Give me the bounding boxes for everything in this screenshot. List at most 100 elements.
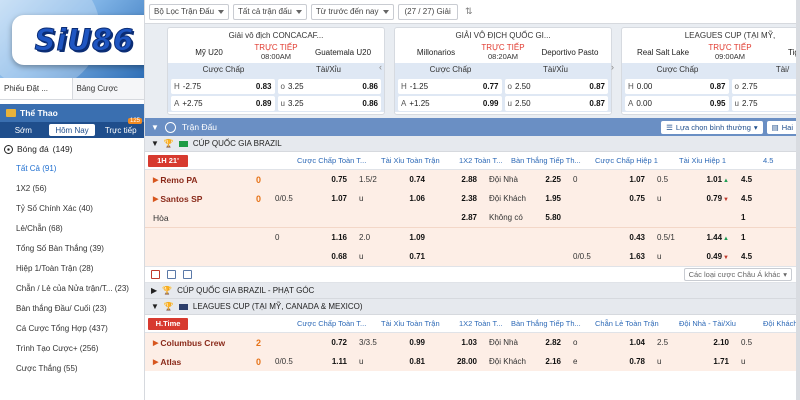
odds-button[interactable]: H 0.00 0.87 (625, 79, 729, 94)
away-team-cell[interactable]: ▶ Santos SP 0 (145, 194, 269, 204)
odds-button[interactable]: o 1.04 (567, 333, 651, 352)
odds-button[interactable]: 2.5 2.10 (651, 333, 735, 352)
menu-item-1x2[interactable]: 1X2 (56) (0, 178, 144, 198)
odds-button[interactable]: 4.5 (735, 247, 775, 266)
odds-button[interactable]: 2.87 (431, 208, 483, 227)
odds-button[interactable]: Đội Khách 2.16 (483, 352, 567, 371)
odds-button[interactable]: 4.5 (735, 189, 775, 208)
odds-button[interactable]: A +1.25 0.99 (398, 96, 502, 111)
league-header[interactable]: ▼ 🏆 CÚP QUỐC GIA BRAZIL (145, 136, 800, 152)
chart-icon[interactable] (183, 270, 192, 279)
odds-button[interactable]: 0.75 (567, 189, 651, 208)
odds-button[interactable]: Đội Khách 1.95 (483, 189, 567, 208)
odds-button[interactable]: 2.38 (431, 189, 483, 208)
tab-early[interactable]: Sớm (0, 122, 47, 138)
odds-button[interactable]: 1.03 (431, 333, 483, 352)
odds-button[interactable]: H -1.25 0.77 (398, 79, 502, 94)
odds-button[interactable]: u 2.50 0.87 (504, 96, 608, 111)
odds-button[interactable]: Đội Nhà 2.25 (483, 170, 567, 189)
odds-button[interactable]: Đội Nhà 2.82 (483, 333, 567, 352)
odds-button[interactable]: u 0.81 (353, 352, 431, 371)
collapse-arrow-icon[interactable]: ▼ (151, 302, 159, 311)
odds-button[interactable]: o 2.75 (731, 79, 800, 94)
menu-item-half-full[interactable]: Hiệp 1/Toàn Trận (28) (0, 258, 144, 278)
odds-button[interactable]: 0.43 (567, 228, 651, 247)
odds-button[interactable]: 0.68 (269, 247, 353, 266)
odds-button[interactable]: 3/3.5 0.99 (353, 333, 431, 352)
menu-item-correct-score[interactable]: Tỷ Số Chính Xác (40) (0, 198, 144, 218)
tab-bet-slip[interactable]: Phiếu Đặt ... (0, 78, 73, 99)
menu-item-outright[interactable]: Cược Thắng (55) (0, 358, 144, 378)
tab-live[interactable]: Trực tiếp 125 (97, 118, 144, 138)
odds-button[interactable]: 4.5 (735, 170, 775, 189)
odds-button[interactable]: u 0.49▼ (651, 247, 735, 266)
odds-button[interactable]: 0/0.5 1.11 (269, 352, 353, 371)
chevron-left-icon[interactable]: ‹ (379, 62, 389, 72)
odds-button[interactable]: 28.00 (431, 352, 483, 371)
menu-item-total-goals[interactable]: Tổng Số Bàn Thắng (39) (0, 238, 144, 258)
odds-button[interactable]: 0.75 (269, 170, 353, 189)
odds-button[interactable]: 0.5 1.01▲ (651, 170, 735, 189)
sport-football[interactable]: Bóng đá (149) (0, 138, 144, 158)
odds-button[interactable]: 2.88 (431, 170, 483, 189)
menu-item-mix-parlay[interactable]: Cá Cược Tổng Hợp (437) (0, 318, 144, 338)
sort-select[interactable]: Từ trước đến nay (310, 3, 394, 20)
tab-today[interactable]: Hôm Nay (48, 124, 96, 136)
odds-button[interactable]: e 0.78 (567, 352, 651, 371)
tab-bet-list[interactable]: Bảng Cược (73, 78, 145, 99)
menu-item-half-odd-even[interactable]: Chẵn / Lẻ của Nửa trận/T... (23) (0, 278, 144, 298)
collapse-arrow-icon[interactable]: ▼ (151, 139, 159, 148)
home-team-cell[interactable]: ▶ Remo PA 0 (145, 175, 269, 185)
odds-button[interactable]: Không có 5.80 (483, 208, 567, 227)
odds-button[interactable]: u 2.75 (731, 96, 800, 111)
odds-button[interactable]: u (735, 352, 775, 371)
menu-item-all[interactable]: Tất Cả (91) (0, 158, 144, 178)
sort-arrows-icon[interactable]: ⇅ (462, 5, 476, 19)
odds-button[interactable]: u 0.79▼ (651, 189, 735, 208)
match-filter-select[interactable]: Bộ Lọc Trận Đấu (149, 3, 230, 20)
collapse-arrow-icon[interactable]: ▼ (151, 123, 159, 132)
stats-icon[interactable] (167, 270, 176, 279)
menu-item-first-last-goal[interactable]: Bàn thắng Đầu/ Cuối (23) (0, 298, 144, 318)
odds-button[interactable]: 2.0 1.09 (353, 228, 431, 247)
odds-button[interactable]: u 3.25 0.86 (277, 96, 381, 111)
expand-arrow-icon[interactable]: ▶ (151, 286, 157, 295)
odds-button[interactable]: o 2.50 0.87 (504, 79, 608, 94)
odds-button[interactable]: 0/0.5 1.07 (269, 189, 353, 208)
selection-mode-select[interactable]: ☰ Lựa chọn bình thường ▾ (661, 120, 763, 134)
menu-item-odd-even[interactable]: Lẻ/Chẵn (68) (0, 218, 144, 238)
page-scrollbar[interactable] (796, 0, 800, 400)
odds-button[interactable]: u 0.71 (353, 247, 431, 266)
brand-logo[interactable]: SiU86 (12, 15, 144, 65)
odds-button[interactable]: u 1.06 (353, 189, 431, 208)
odds-button[interactable]: A 0.00 0.95 (625, 96, 729, 111)
odds-button[interactable]: 0.5 (735, 333, 775, 352)
all-matches-select[interactable]: Tất cả trận đấu (233, 3, 307, 20)
odds-type-select[interactable]: Các loại cược Châu Á khác ▾ (683, 268, 792, 281)
league-header[interactable]: ▼ 🏆 LEAGUES CUP (TẠI MỸ, CANADA & MEXICO… (145, 299, 800, 315)
menu-item-bet-builder[interactable]: Trình Tạo Cược+ (256) (0, 338, 144, 358)
odds-button[interactable]: 1 (735, 208, 775, 227)
odds-button[interactable]: 0 1.16 (269, 228, 353, 247)
league-count[interactable]: (27 / 27) Giải (397, 3, 458, 20)
odds-button[interactable]: 0/0.5 1.63 (567, 247, 651, 266)
chevron-right-icon[interactable]: › (611, 62, 621, 72)
close-grid-icon[interactable] (151, 270, 160, 279)
odds-button[interactable]: 0.72 (269, 333, 353, 352)
away-team-cell[interactable]: ▶ Atlas 0 (145, 357, 269, 367)
odds-button[interactable]: 1.5/2 0.74 (353, 170, 431, 189)
odds-button[interactable]: 0 1.07 (567, 170, 651, 189)
odds-button[interactable]: 0.5/1 1.44▲ (651, 228, 735, 247)
featured-card[interactable]: GIẢI VÔ ĐỊCH QUỐC GI... Millonarios TRỰC… (394, 27, 612, 115)
odds-button[interactable]: H -2.75 0.83 (171, 79, 275, 94)
two-column-button[interactable]: ▤ Hai (766, 120, 798, 134)
odds-button[interactable]: o 3.25 0.86 (277, 79, 381, 94)
odds-button[interactable]: 1 (735, 228, 775, 247)
matches-section-header[interactable]: ▼ Trận Đấu ☰ Lựa chọn bình thường ▾ ▤ Ha… (145, 118, 800, 136)
featured-card[interactable]: LEAGUES CUP (TẠI MỸ, Real Salt Lake TRỰC… (621, 27, 800, 115)
featured-card[interactable]: Giải vô địch CONCACAF... Mỹ U20 TRỰC TIẾ… (167, 27, 385, 115)
league-header[interactable]: ▶ 🏆 CÚP QUỐC GIA BRAZIL - PHẠT GÓC (145, 283, 800, 299)
odds-button[interactable]: A +2.75 0.89 (171, 96, 275, 111)
home-team-cell[interactable]: ▶ Columbus Crew 2 (145, 338, 269, 348)
odds-button[interactable]: u 1.71 (651, 352, 735, 371)
